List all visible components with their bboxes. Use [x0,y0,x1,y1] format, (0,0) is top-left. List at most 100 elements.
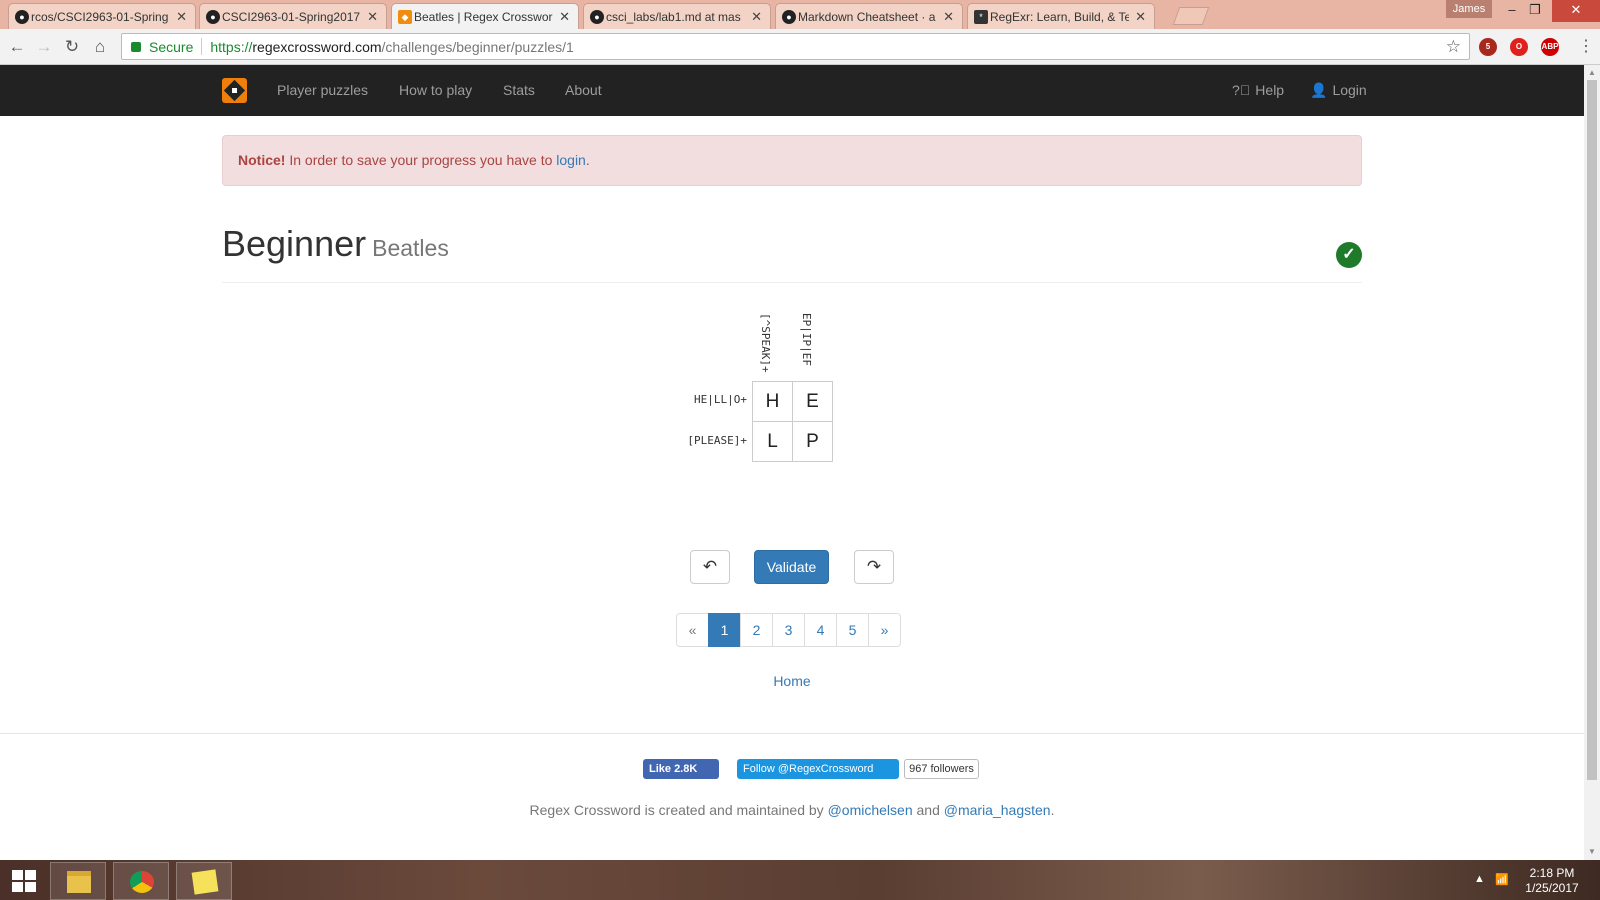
regexcrossword-logo-icon[interactable] [222,78,247,103]
credit-end: . [1050,802,1055,818]
pagination-page[interactable]: 3 [772,613,805,647]
undo-button[interactable]: ↶ [690,550,730,584]
grid-cell[interactable]: H [752,381,793,422]
tab-close-icon[interactable]: ✕ [367,9,378,25]
home-icon[interactable]: ⌂ [89,36,111,58]
nav-help-label: Help [1255,82,1285,98]
browser-tab[interactable]: ● csci_labs/lab1.md at mas ✕ [583,3,771,29]
validate-button[interactable]: Validate [754,550,829,584]
back-icon[interactable]: ← [6,36,28,58]
question-circle-icon: ?⃝ [1232,82,1251,98]
tab-title: Beatles | Regex Crosswor [414,9,553,24]
author-link[interactable]: @omichelsen [828,802,913,818]
nav-stats[interactable]: Stats [503,65,535,116]
github-icon: ● [206,10,220,24]
scrollbar-thumb[interactable] [1587,80,1597,780]
ublock-extension-icon[interactable]: 5 [1479,38,1497,56]
taskbar-chrome[interactable] [113,862,169,900]
alert-login-link[interactable]: login [556,152,586,168]
adblock-plus-icon[interactable]: ABP [1541,38,1559,56]
taskbar-clock[interactable]: 2:18 PM 1/25/2017 [1516,866,1588,896]
pagination-prev[interactable]: « [676,613,709,647]
tray-overflow-icon[interactable]: ▲ [1474,873,1485,885]
tab-close-icon[interactable]: ✕ [176,9,187,25]
home-link[interactable]: Home [700,673,884,689]
tab-close-icon[interactable]: ✕ [943,9,954,25]
github-icon: ● [15,10,29,24]
grid-cell[interactable]: L [752,421,793,462]
scroll-down-icon[interactable]: ▼ [1588,847,1596,856]
abp-label: ABP [1541,42,1559,51]
nav-how-to-play[interactable]: How to play [399,65,472,116]
nav-help[interactable]: ?⃝ Help [1232,65,1284,116]
restore-icon[interactable]: ❐ [1520,0,1550,22]
github-icon: ● [590,10,604,24]
tab-close-icon[interactable]: ✕ [1135,9,1146,25]
url-path: /challenges/beginner/puzzles/1 [381,38,574,55]
nav-about[interactable]: About [565,65,602,116]
new-tab-button[interactable] [1172,7,1210,25]
grid-cell[interactable]: E [792,381,833,422]
scroll-up-icon[interactable]: ▲ [1588,68,1596,77]
tab-title: CSCI2963-01-Spring2017 [222,9,361,24]
tab-close-icon[interactable]: ✕ [559,9,570,25]
page-scrollbar[interactable]: ▲ ▼ [1584,65,1600,860]
row-clue: HE|LL|O+ [694,393,747,406]
redo-icon: ↷ [866,557,882,576]
alert-end: . [585,152,590,168]
pagination-page[interactable]: 4 [804,613,837,647]
forward-icon[interactable]: → [33,36,55,58]
bookmark-star-icon[interactable]: ☆ [1446,37,1461,57]
profile-name[interactable]: James [1446,0,1492,18]
browser-tab[interactable]: ● rcos/CSCI2963-01-Spring ✕ [8,3,196,29]
taskbar-file-explorer[interactable] [50,862,106,900]
puzzle-header: Beginner Beatles ✓ [222,221,1362,283]
browser-tab-active[interactable]: ◆ Beatles | Regex Crosswor ✕ [391,3,579,29]
url-host: regexcrossword.com [252,38,382,55]
github-icon: ● [782,10,796,24]
tab-title: csci_labs/lab1.md at mas [606,9,741,24]
twitter-follow-button[interactable]: Follow @RegexCrossword [737,759,899,779]
page-title-text: Beginner [222,223,367,264]
pagination: « 1 2 3 4 5 » [676,613,901,647]
clock-time: 2:18 PM [1529,866,1575,880]
clock-date: 1/25/2017 [1525,881,1579,895]
window-close-icon[interactable]: ✕ [1552,0,1600,22]
network-icon[interactable]: 📶 [1495,873,1509,886]
browser-tab[interactable]: ● Markdown Cheatsheet · a ✕ [775,3,963,29]
user-icon: 👤 [1310,82,1328,98]
nav-player-puzzles[interactable]: Player puzzles [277,65,368,116]
pagination-page[interactable]: 1 [708,613,741,647]
tab-title: Markdown Cheatsheet · a [798,9,936,24]
browser-menu-icon[interactable]: ⋮ [1578,36,1594,56]
regexr-icon: * [974,10,988,24]
pagination-page[interactable]: 2 [740,613,773,647]
taskbar-sticky-notes[interactable] [176,862,232,900]
tab-close-icon[interactable]: ✕ [751,9,762,25]
tab-title: rcos/CSCI2963-01-Spring [31,9,169,24]
reload-icon[interactable]: ↻ [61,36,83,58]
facebook-like-button[interactable]: Like 2.8K [643,759,719,779]
sticky-notes-icon [191,869,219,895]
twitter-follower-count[interactable]: 967 followers [904,759,979,779]
redo-button[interactable]: ↷ [854,550,894,584]
pagination-next[interactable]: » [868,613,901,647]
windows-taskbar: ▲ 📶 2:18 PM 1/25/2017 [0,860,1600,900]
address-bar[interactable]: Secure https://regexcrossword.com/challe… [121,33,1470,60]
facebook-like-label: Like 2.8K [649,763,698,775]
chrome-icon [130,871,154,893]
page-subtitle: Beatles [372,235,449,261]
pagination-page[interactable]: 5 [836,613,869,647]
nav-login[interactable]: 👤 Login [1310,65,1367,116]
windows-start-icon[interactable] [12,870,36,892]
author-link[interactable]: @maria_hagsten [944,802,1051,818]
browser-tab[interactable]: * RegExr: Learn, Build, & Te ✕ [967,3,1155,29]
credit-and: and [912,802,944,818]
grid-cell[interactable]: P [792,421,833,462]
lock-icon [131,41,141,52]
alert-strong: Notice! [238,152,286,168]
browser-tab[interactable]: ● CSCI2963-01-Spring2017 ✕ [199,3,387,29]
alert-text: In order to save your progress you have … [285,152,557,168]
browser-toolbar: ← → ↻ ⌂ Secure https://regexcrossword.co… [0,29,1600,65]
opera-vpn-icon[interactable]: O [1510,38,1528,56]
